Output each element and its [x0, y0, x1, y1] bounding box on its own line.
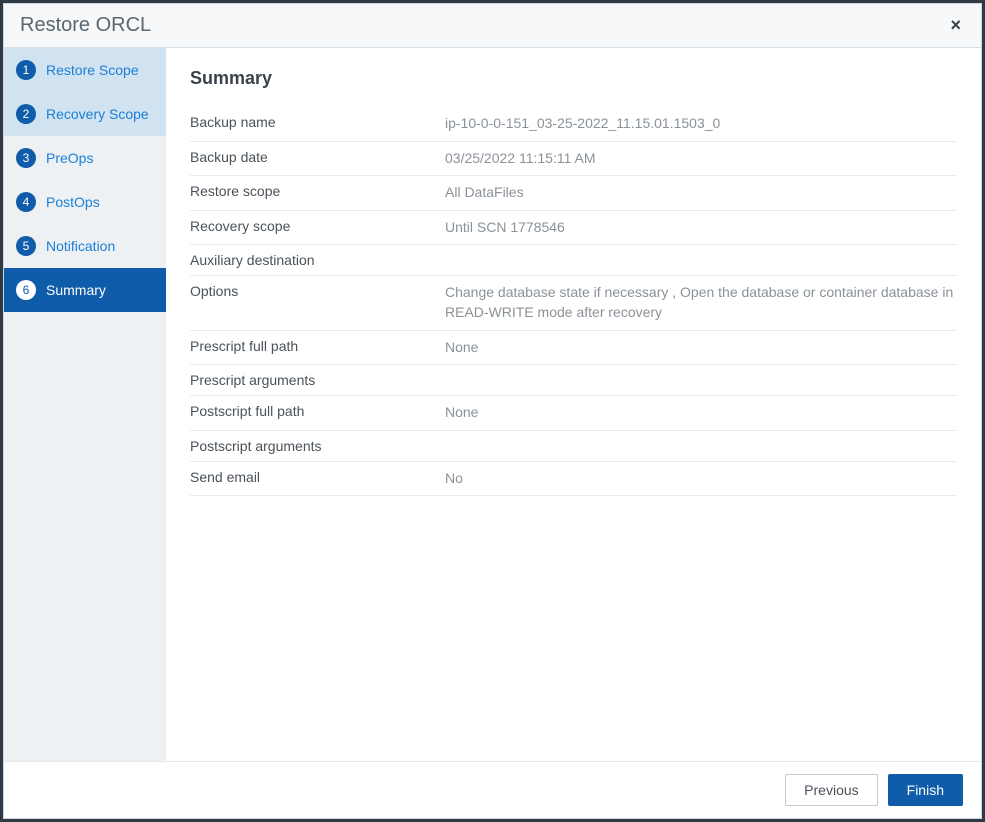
summary-row-postscript-args: Postscript arguments [190, 431, 957, 462]
summary-label: Send email [190, 469, 445, 485]
summary-value: None [445, 403, 957, 423]
step-label: Recovery Scope [46, 106, 149, 122]
restore-dialog: Restore ORCL × 1 Restore Scope 2 Recover… [3, 3, 982, 819]
summary-label: Options [190, 283, 445, 299]
step-postops[interactable]: 4 PostOps [4, 180, 166, 224]
step-number-icon: 3 [16, 148, 36, 168]
panel-title: Summary [190, 68, 957, 89]
dialog-footer: Previous Finish [4, 761, 981, 818]
step-label: PreOps [46, 150, 93, 166]
step-number-icon: 6 [16, 280, 36, 300]
summary-value: Until SCN 1778546 [445, 218, 957, 238]
summary-row-backup-name: Backup name ip-10-0-0-151_03-25-2022_11.… [190, 107, 957, 142]
summary-value: 03/25/2022 11:15:11 AM [445, 149, 957, 169]
step-number-icon: 1 [16, 60, 36, 80]
step-summary[interactable]: 6 Summary [4, 268, 166, 312]
summary-label: Postscript arguments [190, 438, 445, 454]
finish-button[interactable]: Finish [888, 774, 963, 806]
step-label: Notification [46, 238, 115, 254]
step-restore-scope[interactable]: 1 Restore Scope [4, 48, 166, 92]
summary-row-postscript-path: Postscript full path None [190, 396, 957, 431]
summary-value: None [445, 338, 957, 358]
summary-row-backup-date: Backup date 03/25/2022 11:15:11 AM [190, 142, 957, 177]
step-number-icon: 5 [16, 236, 36, 256]
summary-label: Backup name [190, 114, 445, 130]
summary-label: Prescript arguments [190, 372, 445, 388]
step-preops[interactable]: 3 PreOps [4, 136, 166, 180]
step-label: Summary [46, 282, 106, 298]
summary-row-auxiliary-destination: Auxiliary destination [190, 245, 957, 276]
summary-row-prescript-path: Prescript full path None [190, 331, 957, 366]
step-number-icon: 2 [16, 104, 36, 124]
step-recovery-scope[interactable]: 2 Recovery Scope [4, 92, 166, 136]
step-notification[interactable]: 5 Notification [4, 224, 166, 268]
step-label: PostOps [46, 194, 100, 210]
summary-row-send-email: Send email No [190, 462, 957, 497]
summary-label: Recovery scope [190, 218, 445, 234]
summary-value: No [445, 469, 957, 489]
summary-label: Auxiliary destination [190, 252, 445, 268]
summary-label: Prescript full path [190, 338, 445, 354]
summary-label: Restore scope [190, 183, 445, 199]
dialog-title: Restore ORCL [20, 14, 151, 37]
summary-row-recovery-scope: Recovery scope Until SCN 1778546 [190, 211, 957, 246]
wizard-sidebar: 1 Restore Scope 2 Recovery Scope 3 PreOp… [4, 48, 166, 761]
summary-row-prescript-args: Prescript arguments [190, 365, 957, 396]
summary-value: All DataFiles [445, 183, 957, 203]
dialog-body: 1 Restore Scope 2 Recovery Scope 3 PreOp… [4, 48, 981, 761]
content-panel: Summary Backup name ip-10-0-0-151_03-25-… [166, 48, 981, 761]
previous-button[interactable]: Previous [785, 774, 877, 806]
close-icon[interactable]: × [946, 15, 965, 36]
summary-row-restore-scope: Restore scope All DataFiles [190, 176, 957, 211]
step-number-icon: 4 [16, 192, 36, 212]
summary-value: Change database state if necessary , Ope… [445, 283, 957, 322]
dialog-header: Restore ORCL × [4, 4, 981, 48]
summary-label: Postscript full path [190, 403, 445, 419]
summary-value: ip-10-0-0-151_03-25-2022_11.15.01.1503_0 [445, 114, 957, 134]
step-label: Restore Scope [46, 62, 139, 78]
summary-row-options: Options Change database state if necessa… [190, 276, 957, 330]
summary-label: Backup date [190, 149, 445, 165]
